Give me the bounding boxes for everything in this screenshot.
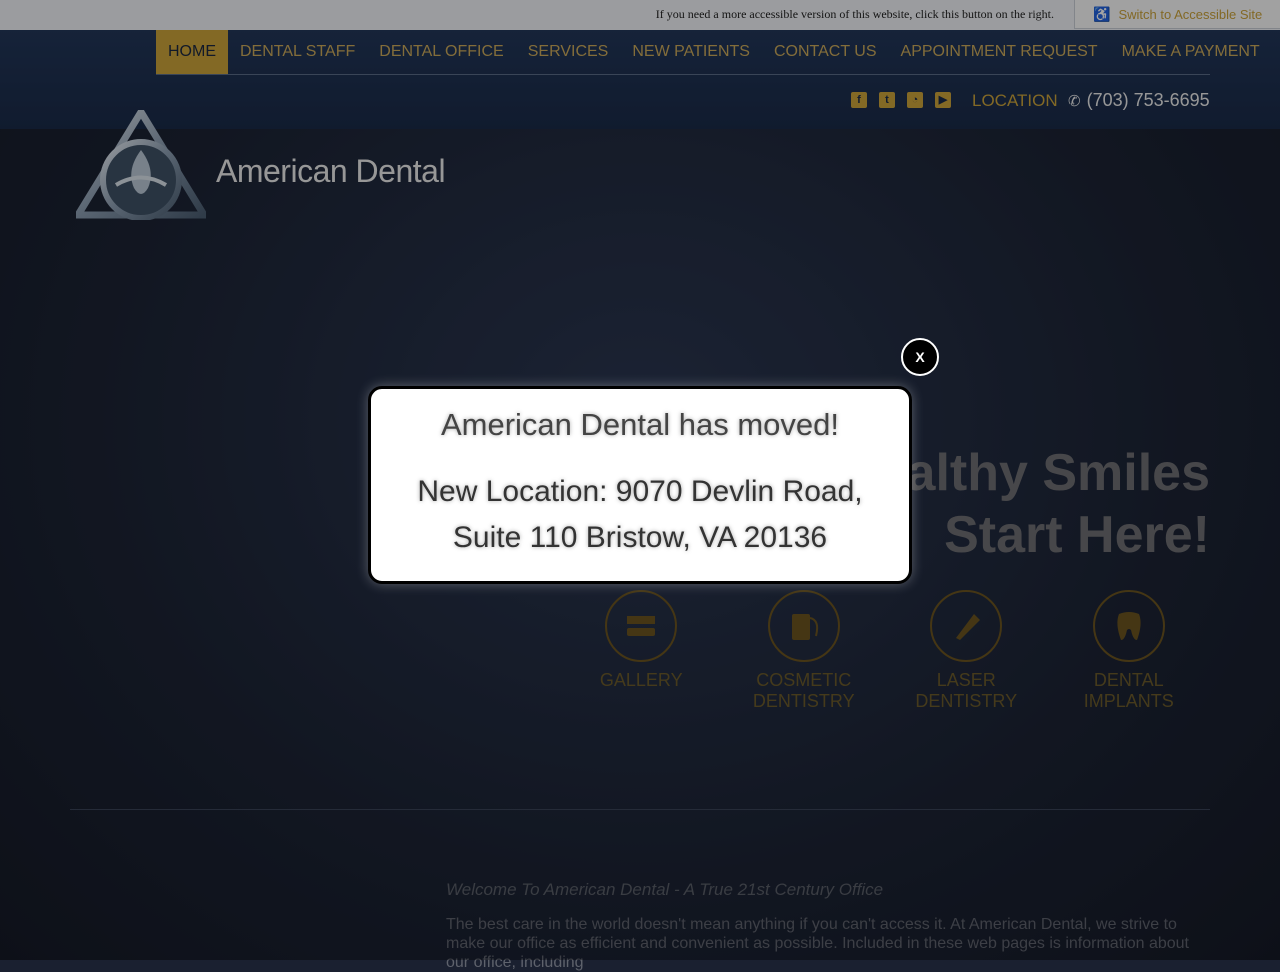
modal-address-line-2: Suite 110 Bristow, VA 20136 [452,521,828,554]
modal-address: New Location: 9070 Devlin Road, Suite 11… [371,469,909,561]
moved-notice-modal: American Dental has moved! New Location:… [368,386,912,584]
modal-address-line-1: New Location: 9070 Devlin Road, [417,475,863,508]
modal-title: American Dental has moved! [440,407,840,442]
modal-close-button[interactable]: X [901,338,939,376]
